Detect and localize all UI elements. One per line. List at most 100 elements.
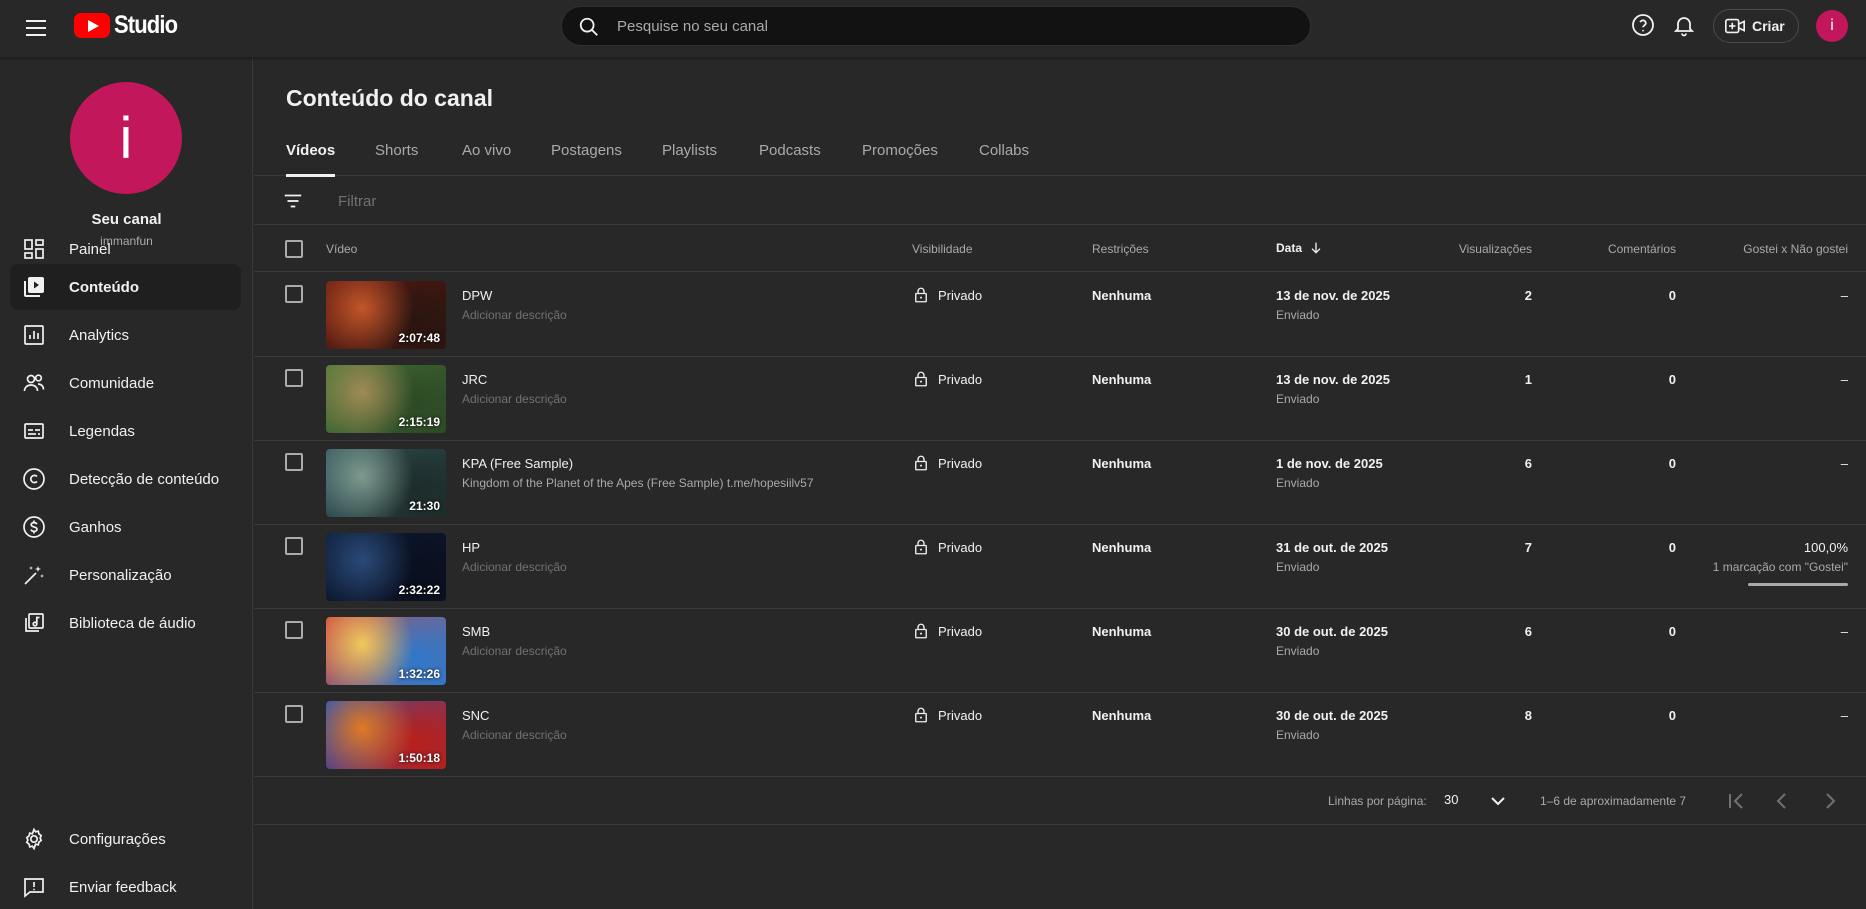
column-restrictions[interactable]: Restrições — [1092, 242, 1149, 256]
video-title[interactable]: SNC — [462, 708, 489, 723]
video-thumbnail[interactable]: 21:30 — [326, 449, 446, 517]
sidebar-item-legendas[interactable]: Legendas — [10, 408, 241, 454]
visibility-cell[interactable]: Privado — [912, 286, 982, 304]
table-row[interactable]: 2:32:22 HP Adicionar descrição Privado Nenhu… — [254, 525, 1866, 609]
table-row[interactable]: 2:15:19 JRC Adicionar descrição Privado Nenh… — [254, 357, 1866, 441]
likes-cell: – — [1840, 288, 1848, 303]
video-thumbnail[interactable]: 1:32:26 — [326, 617, 446, 685]
account-avatar[interactable]: i — [1816, 10, 1848, 42]
table-row[interactable]: 2:07:48 DPW Adicionar descrição Privado Nenh… — [254, 273, 1866, 357]
video-title[interactable]: KPA (Free Sample) — [462, 456, 573, 471]
notifications-icon[interactable] — [1672, 13, 1696, 37]
table-row[interactable]: 1:50:18 SNC Adicionar descrição Privado Nenh… — [254, 693, 1866, 777]
rows-per-page-value[interactable]: 30 — [1444, 792, 1458, 807]
column-video[interactable]: Vídeo — [326, 242, 357, 256]
lock-icon — [915, 371, 927, 387]
sidebar-item-deteccao[interactable]: Detecção de conteúdo — [10, 456, 241, 502]
top-header: Studio Criar i — [0, 0, 1866, 58]
table-row[interactable]: 1:32:26 SMB Adicionar descrição Privado Nenh… — [254, 609, 1866, 693]
tab-collabs[interactable]: Collabs — [979, 142, 1029, 176]
video-thumbnail[interactable]: 2:15:19 — [326, 365, 446, 433]
column-date[interactable]: Data — [1276, 240, 1324, 256]
visibility-cell[interactable]: Privado — [912, 706, 982, 724]
video-description: Kingdom of the Planet of the Apes (Free … — [462, 476, 814, 490]
comments-cell: 0 — [1668, 288, 1676, 303]
create-button[interactable]: Criar — [1713, 9, 1799, 43]
tab-videos[interactable]: Vídeos — [286, 142, 336, 177]
column-views[interactable]: Visualizações — [1459, 242, 1532, 256]
sidebar-item-ganhos[interactable]: Ganhos — [10, 504, 241, 550]
sidebar-item-analytics[interactable]: Analytics — [10, 312, 241, 358]
lock-icon — [915, 539, 927, 555]
video-thumbnail[interactable]: 1:50:18 — [326, 701, 446, 769]
sidebar-item-label: Analytics — [69, 326, 130, 344]
lock-icon — [915, 707, 927, 723]
visibility-cell[interactable]: Privado — [912, 370, 982, 388]
customization-icon — [24, 566, 44, 585]
visibility-cell[interactable]: Privado — [912, 454, 982, 472]
restrictions-cell: Nenhuma — [1092, 540, 1152, 555]
next-page-icon[interactable] — [1818, 789, 1842, 813]
table-row[interactable]: 21:30 KPA (Free Sample) Kingdom of the Pla… — [254, 441, 1866, 525]
video-thumbnail[interactable]: 2:07:48 — [326, 281, 446, 349]
menu-icon[interactable] — [24, 16, 48, 40]
date-status: Enviado — [1276, 392, 1320, 406]
restrictions-cell: Nenhuma — [1092, 624, 1152, 639]
chevron-down-icon[interactable] — [1486, 789, 1510, 813]
tab-ao-vivo[interactable]: Ao vivo — [462, 142, 511, 176]
sidebar-item-enviar-feedback[interactable]: Enviar feedback — [10, 864, 241, 909]
studio-logo[interactable]: Studio — [74, 11, 186, 40]
tab-playlists[interactable]: Playlists — [662, 142, 717, 176]
audio-library-icon — [25, 613, 44, 632]
row-checkbox[interactable] — [285, 621, 303, 639]
row-checkbox[interactable] — [285, 453, 303, 471]
help-icon[interactable] — [1631, 13, 1655, 37]
tab-shorts[interactable]: Shorts — [375, 142, 418, 176]
visibility-cell[interactable]: Privado — [912, 538, 982, 556]
first-page-icon[interactable] — [1724, 789, 1748, 813]
row-checkbox[interactable] — [285, 537, 303, 555]
visibility-cell[interactable]: Privado — [912, 622, 982, 640]
filter-icon[interactable] — [282, 190, 304, 212]
date-cell: 13 de nov. de 2025 — [1276, 288, 1390, 303]
search-icon[interactable] — [578, 16, 600, 38]
sidebar-item-personalizacao[interactable]: Personalização — [10, 552, 241, 598]
previous-page-icon[interactable] — [1770, 789, 1794, 813]
filter-input[interactable] — [338, 187, 838, 215]
select-all-checkbox[interactable] — [285, 240, 303, 258]
tab-promocoes[interactable]: Promoções — [862, 142, 938, 176]
restrictions-cell: Nenhuma — [1092, 288, 1152, 303]
row-checkbox[interactable] — [285, 369, 303, 387]
video-title[interactable]: SMB — [462, 624, 490, 639]
tab-postagens[interactable]: Postagens — [551, 142, 622, 176]
row-checkbox[interactable] — [285, 285, 303, 303]
column-comments[interactable]: Comentários — [1608, 242, 1676, 256]
search-input[interactable] — [617, 7, 1297, 45]
tab-podcasts[interactable]: Podcasts — [759, 142, 821, 176]
sidebar-item-label: Painel — [69, 240, 111, 258]
sidebar-item-biblioteca-audio[interactable]: Biblioteca de áudio — [10, 600, 241, 646]
video-title[interactable]: JRC — [462, 372, 487, 387]
views-cell: 1 — [1524, 372, 1532, 387]
row-checkbox[interactable] — [285, 705, 303, 723]
rows-per-page-label: Linhas por página: — [1328, 794, 1427, 808]
views-cell: 8 — [1524, 708, 1532, 723]
sidebar-item-label: Biblioteca de áudio — [69, 614, 196, 632]
video-duration: 2:07:48 — [398, 331, 440, 345]
video-title[interactable]: HP — [462, 540, 480, 555]
sidebar-item-comunidade[interactable]: Comunidade — [10, 360, 241, 406]
likes-cell: 100,0% — [1803, 540, 1848, 555]
comments-cell: 0 — [1668, 456, 1676, 471]
table-header: Vídeo Visibilidade Restrições Data Visua… — [254, 226, 1866, 272]
video-add-icon — [1725, 18, 1745, 34]
column-visibility[interactable]: Visibilidade — [912, 242, 973, 256]
analytics-icon — [24, 325, 44, 345]
channel-avatar[interactable]: i — [70, 82, 182, 194]
sidebar-item-conteudo[interactable]: Conteúdo — [10, 264, 241, 310]
column-likes[interactable]: Gostei x Não gostei — [1743, 242, 1848, 256]
sidebar-item-label: Configurações — [69, 830, 166, 848]
page-title: Conteúdo do canal — [286, 85, 493, 111]
video-title[interactable]: DPW — [462, 288, 492, 303]
video-thumbnail[interactable]: 2:32:22 — [326, 533, 446, 601]
sidebar-item-configuracoes[interactable]: Configurações — [10, 816, 241, 862]
